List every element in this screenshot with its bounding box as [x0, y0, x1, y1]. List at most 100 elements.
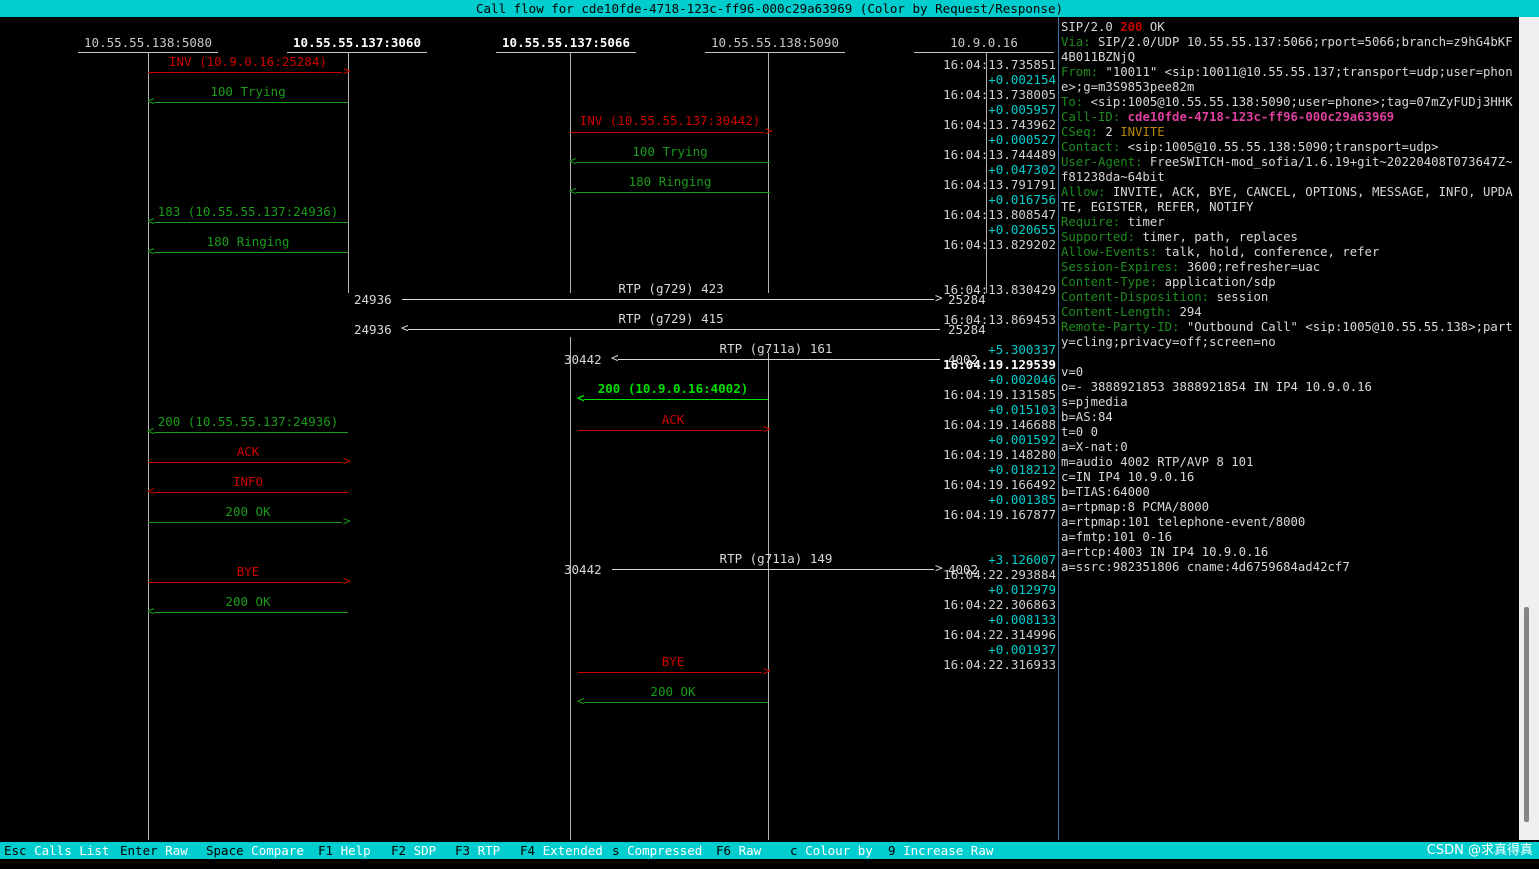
sip-message-label[interactable]: INV (10.9.0.16:25284): [148, 54, 348, 69]
sip-message-label[interactable]: 100 Trying: [148, 84, 348, 99]
sip-detail-line: b=AS:84: [1061, 410, 1519, 425]
sip-message-arrowhead-left: <: [147, 93, 155, 108]
sip-header-name: Content-Disposition:: [1061, 290, 1210, 304]
status-key-label: Extended: [542, 843, 603, 858]
sip-detail-line: a=rtpmap:101 telephone-event/8000: [1061, 515, 1519, 530]
sip-header-value: SIP/2.0/UDP 10.55.55.137:5066;rport=5066…: [1061, 35, 1513, 64]
vertical-scrollbar-thumb[interactable]: [1524, 607, 1529, 822]
timestamp-absolute: 16:04:19.131585: [943, 387, 1056, 402]
sip-header-name: User-Agent:: [1061, 155, 1143, 169]
status-key-name: Space: [206, 843, 244, 858]
sip-message-line: [148, 582, 342, 583]
sip-detail-line: [1061, 350, 1519, 365]
sip-message-line: [154, 492, 348, 493]
sip-message-arrowhead-right: >: [343, 63, 351, 78]
status-key-label: Raw: [165, 843, 188, 858]
status-key-colour-by[interactable]: c Colour by: [790, 842, 873, 859]
timestamp-absolute: 16:04:22.306863: [943, 597, 1056, 612]
column-underline-3: [705, 52, 845, 53]
rtp-stream-label[interactable]: RTP (g711a) 161: [612, 341, 940, 356]
sip-message-label[interactable]: 180 Ringing: [148, 234, 348, 249]
rtp-stream-label[interactable]: RTP (g711a) 149: [612, 551, 940, 566]
column-underline-4: [914, 52, 1054, 53]
sip-message-label[interactable]: 183 (10.55.55.137:24936): [148, 204, 348, 219]
sip-message-detail-pane[interactable]: SIP/2.0 200 OK Via: SIP/2.0/UDP 10.55.55.…: [1059, 17, 1519, 840]
status-key-sdp[interactable]: F2 SDP: [391, 842, 436, 859]
status-bar-keys[interactable]: Esc Calls List Enter Raw Space Compare F1 H…: [0, 842, 1539, 859]
sip-message-label[interactable]: INV (10.55.55.137:30442): [570, 113, 770, 128]
lifeline-2: [570, 53, 571, 293]
status-key-compare[interactable]: Space Compare: [206, 842, 304, 859]
sip-detail-line: Remote-Party-ID: "Outbound Call" <sip:10…: [1061, 320, 1519, 350]
sip-message-line: [584, 399, 768, 400]
sip-header-value: timer: [1120, 215, 1165, 229]
sip-message-label[interactable]: 200 OK: [148, 594, 348, 609]
sip-header-name: From:: [1061, 65, 1099, 79]
sip-header-value: <sip:1005@10.55.55.138:5090;transport=ud…: [1120, 140, 1439, 154]
window-title-bar: Call flow for cde10fde-4718-123c-ff96-00…: [0, 0, 1539, 17]
timestamp-absolute: 16:04:13.791791: [943, 177, 1056, 192]
rtp-stream-label[interactable]: RTP (g729) 423: [402, 281, 940, 296]
timestamp-absolute: 16:04:13.744489: [943, 147, 1056, 162]
status-key-label: RTP: [477, 843, 501, 858]
timestamp-absolute: 16:04:22.316933: [943, 657, 1056, 672]
status-key-increase-raw[interactable]: 9 Increase Raw: [888, 842, 993, 859]
rtp-left-port: 24936: [354, 292, 392, 307]
column-header-1: 10.55.55.137:3060: [293, 35, 421, 50]
sip-message-label[interactable]: INFO: [148, 474, 348, 489]
status-key-calls-list[interactable]: Esc Calls List: [4, 842, 109, 859]
sip-header-value: INVITE, ACK, BYE, CANCEL, OPTIONS, MESSA…: [1061, 185, 1513, 214]
sip-message-label[interactable]: ACK: [578, 412, 768, 427]
sip-message-label[interactable]: 180 Ringing: [570, 174, 770, 189]
column-header-2: 10.55.55.137:5066: [502, 35, 630, 50]
sip-detail-line: Session-Expires: 3600;refresher=uac: [1061, 260, 1519, 275]
call-flow-pane[interactable]: 10.55.55.138:5080 10.55.55.137:3060 10.55.…: [0, 17, 1058, 840]
sip-message-arrowhead-left: <: [147, 483, 155, 498]
sip-detail-line: a=ssrc:982351806 cname:4d6759684ad42cf7: [1061, 560, 1519, 575]
sip-header-value: 3600;refresher=uac: [1179, 260, 1321, 274]
status-key-rtp[interactable]: F3 RTP: [455, 842, 500, 859]
timestamp-delta: +0.018212: [988, 462, 1056, 477]
sip-message-label[interactable]: 200 (10.55.55.137:24936): [148, 414, 348, 429]
rtp-stream-arrowhead-right: >: [935, 290, 943, 305]
rtp-stream-label[interactable]: RTP (g729) 415: [402, 311, 940, 326]
sip-detail-line: CSeq: 2 INVITE: [1061, 125, 1519, 140]
status-key-raw[interactable]: F6 Raw: [716, 842, 761, 859]
sip-header-value: 294: [1172, 305, 1202, 319]
timestamp-absolute: 16:04:13.738005: [943, 87, 1056, 102]
sip-message-label[interactable]: BYE: [578, 654, 768, 669]
sip-header-value: OK: [1142, 20, 1165, 34]
sip-message-arrowhead-left: <: [147, 213, 155, 228]
sip-detail-line: User-Agent: FreeSWITCH-mod_sofia/1.6.19+…: [1061, 155, 1519, 185]
vertical-scrollbar-track[interactable]: [1519, 17, 1539, 840]
sip-detail-line: To: <sip:1005@10.55.55.138:5090;user=pho…: [1061, 95, 1519, 110]
sip-header-name: Remote-Party-ID:: [1061, 320, 1180, 334]
status-key-extended[interactable]: F4 Extended: [520, 842, 603, 859]
sip-header-name: Content-Type:: [1061, 275, 1158, 289]
status-key-raw[interactable]: Enter Raw: [120, 842, 188, 859]
sip-header-name: Allow:: [1061, 185, 1106, 199]
status-key-help[interactable]: F1 Help: [318, 842, 371, 859]
sip-detail-line: a=fmtp:101 0-16: [1061, 530, 1519, 545]
sip-message-label[interactable]: 200 (10.9.0.16:4002): [578, 381, 768, 396]
sip-message-arrowhead-right: >: [343, 513, 351, 528]
sip-message-line: [578, 430, 762, 431]
sip-message-label[interactable]: 200 OK: [578, 684, 768, 699]
sip-message-label[interactable]: BYE: [148, 564, 348, 579]
timestamp-absolute: 16:04:19.148280: [943, 447, 1056, 462]
sip-detail-line: Content-Type: application/sdp: [1061, 275, 1519, 290]
sip-message-label[interactable]: ACK: [148, 444, 348, 459]
sip-header-value: 2: [1098, 125, 1121, 139]
rtp-right-port: 25284: [948, 292, 986, 307]
sip-message-label[interactable]: 100 Trying: [570, 144, 770, 159]
sip-message-line: [154, 612, 348, 613]
sip-detail-line: Require: timer: [1061, 215, 1519, 230]
status-key-compressed[interactable]: s Compressed: [612, 842, 702, 859]
sip-header-name: Supported:: [1061, 230, 1136, 244]
sip-message-line: [570, 132, 764, 133]
lifeline-1: [348, 53, 349, 293]
status-key-name: F4: [520, 843, 536, 858]
sip-message-arrowhead-left: <: [569, 153, 577, 168]
sip-message-label[interactable]: 200 OK: [148, 504, 348, 519]
timestamp-delta: +0.001937: [988, 642, 1056, 657]
